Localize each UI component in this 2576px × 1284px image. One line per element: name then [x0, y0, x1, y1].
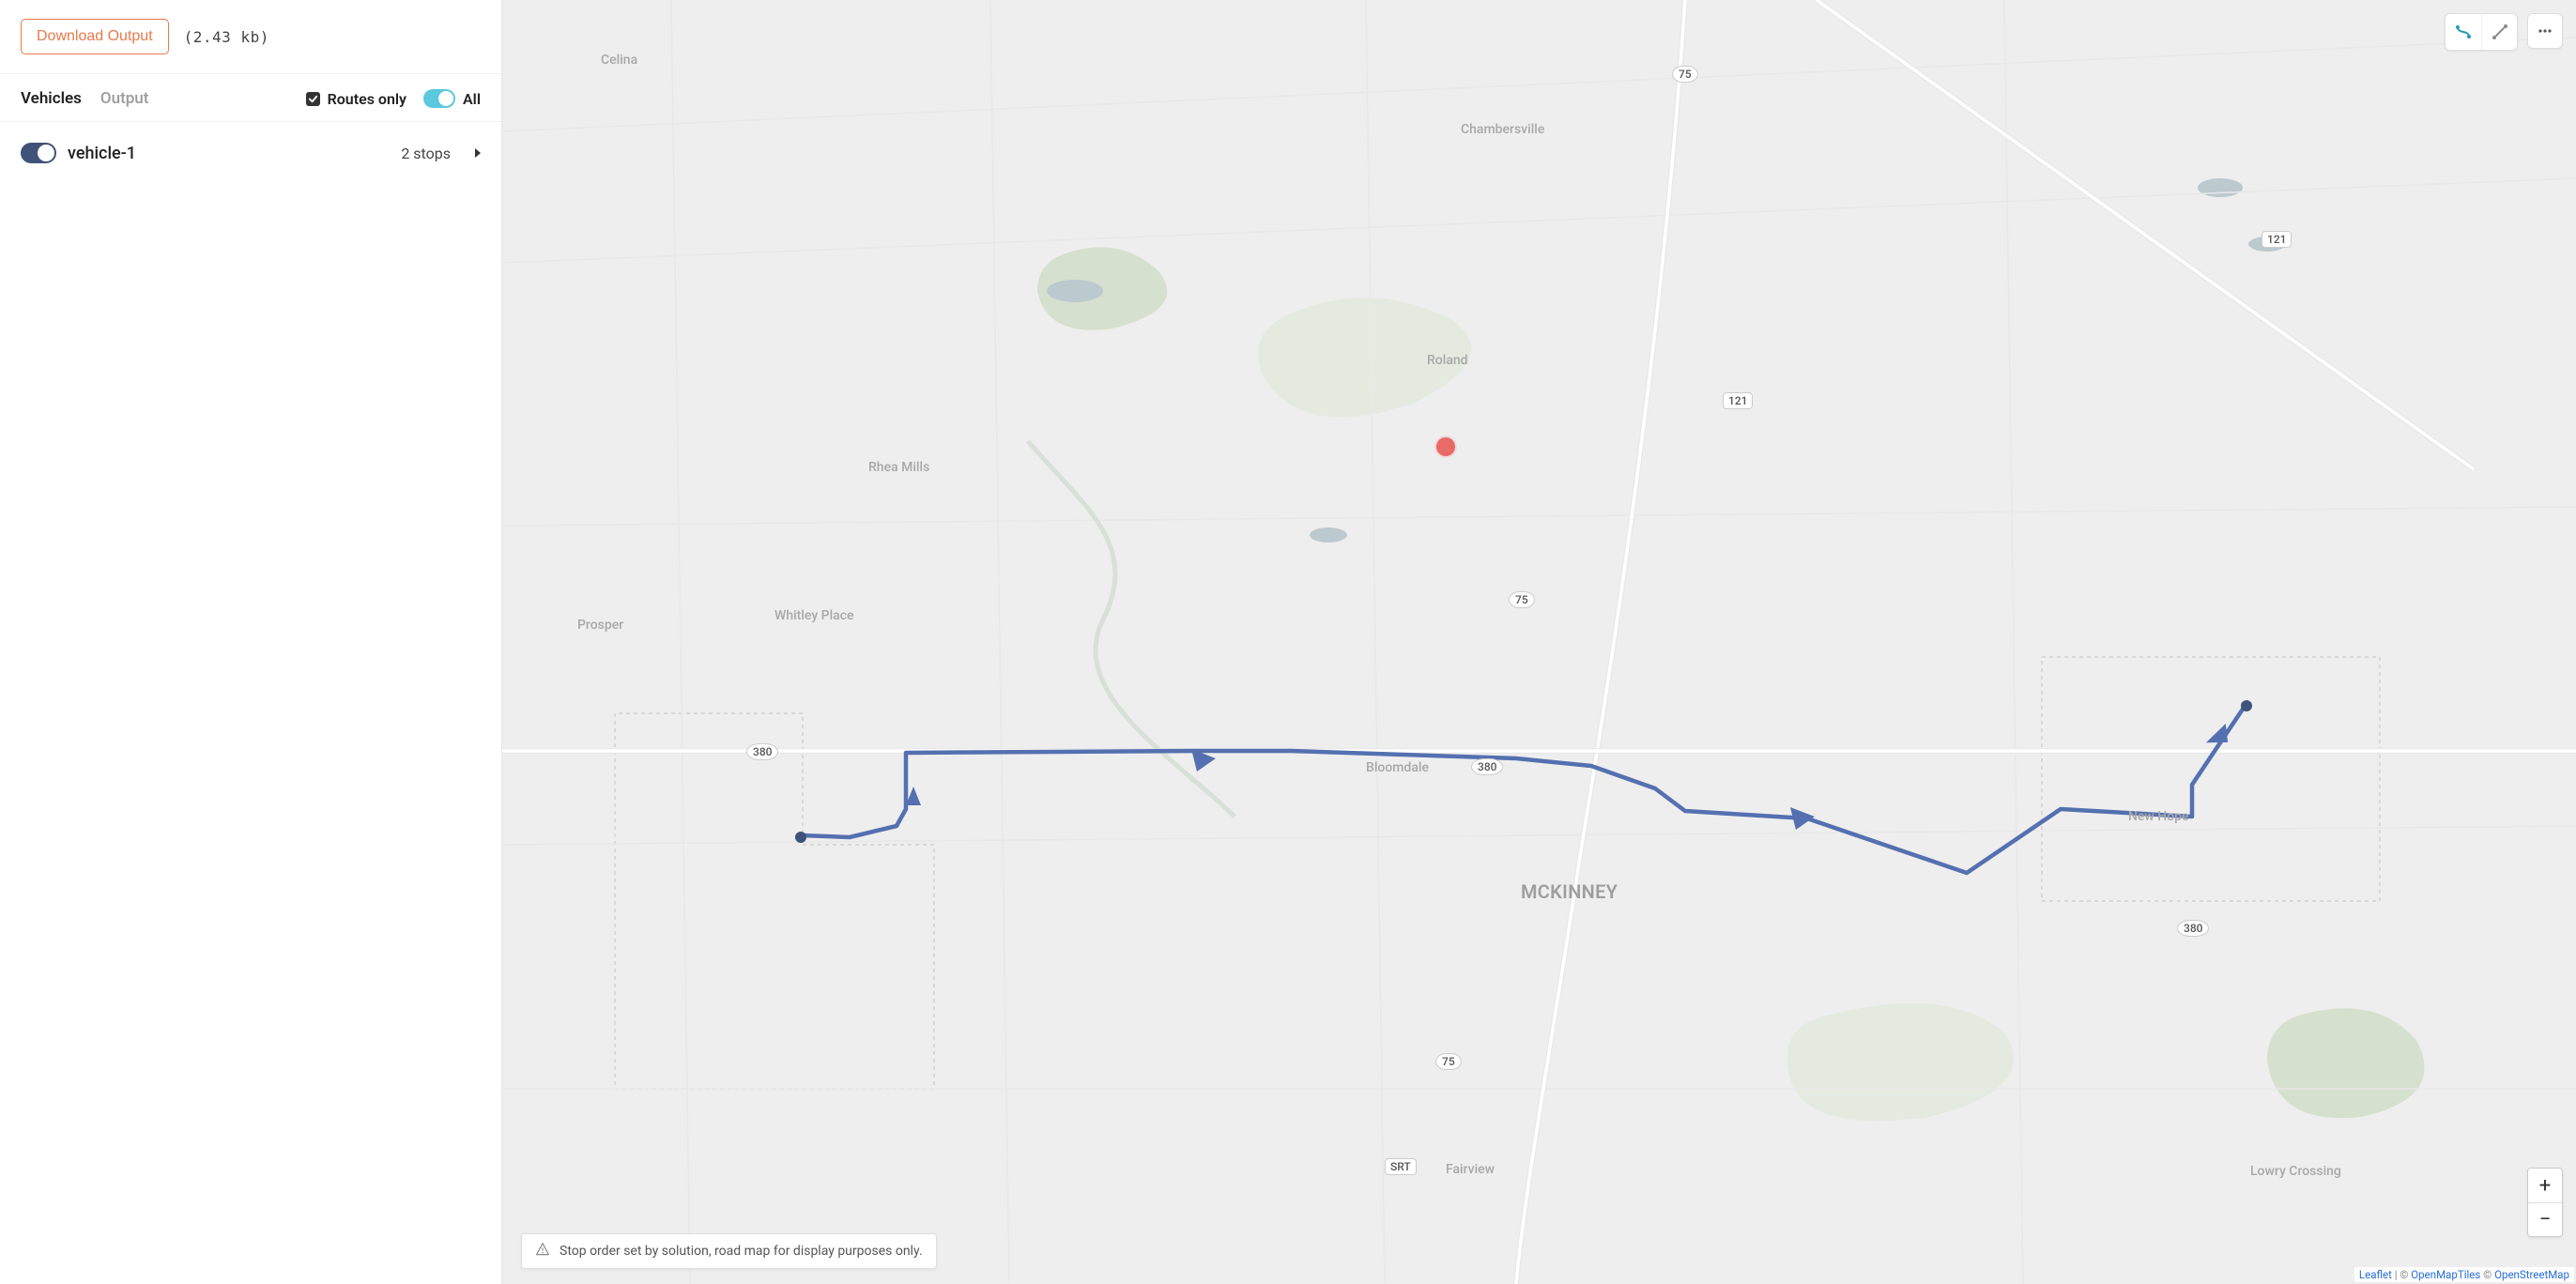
warning-icon: [535, 1242, 550, 1261]
map-label: Celina: [601, 53, 637, 68]
map-label-city: MCKINNEY: [1521, 880, 1618, 903]
vehicle-toggle[interactable]: [21, 143, 56, 163]
map-label: Roland: [1427, 353, 1468, 368]
attrib-sep: ©: [2480, 1268, 2494, 1281]
map-pane[interactable]: Celina Chambersville Roland Rhea Mills W…: [502, 0, 2576, 1284]
attrib-openmaptiles[interactable]: OpenMapTiles: [2411, 1268, 2480, 1281]
map-label: Whitley Place: [774, 608, 854, 623]
map-marker-stop[interactable]: [795, 832, 806, 843]
tab-output[interactable]: Output: [100, 89, 149, 108]
all-toggle[interactable]: [423, 89, 455, 108]
banner-text: Stop order set by solution, road map for…: [560, 1244, 923, 1259]
attrib-leaflet[interactable]: Leaflet: [2359, 1268, 2392, 1281]
info-banner: Stop order set by solution, road map for…: [521, 1233, 937, 1269]
route-shield: 75: [1435, 1053, 1462, 1070]
tabs-row: Vehicles Output Routes only All: [0, 74, 501, 122]
map-label: Prosper: [577, 618, 623, 633]
routes-only-label: Routes only: [328, 90, 406, 108]
map-label: Bloomdale: [1366, 760, 1429, 775]
zoom-control: + −: [2527, 1168, 2563, 1237]
route-shield: 75: [1509, 591, 1535, 608]
all-label: All: [463, 90, 481, 108]
routes-only-checkbox-wrap[interactable]: Routes only: [306, 90, 406, 108]
zoom-out-button[interactable]: −: [2528, 1202, 2562, 1236]
route-shield: 380: [1471, 758, 1503, 775]
download-output-button[interactable]: Download Output: [21, 19, 169, 54]
attrib-sep: | ©: [2392, 1268, 2411, 1281]
tool-more-icon[interactable]: [2527, 13, 2563, 49]
map-marker-unassigned[interactable]: [1436, 437, 1455, 456]
map-label: New Hope: [2128, 809, 2189, 824]
map-label: Chambersville: [1461, 122, 1544, 137]
app-root: Download Output (2.43 kb) Vehicles Outpu…: [0, 0, 2576, 1284]
vehicle-name: vehicle-1: [68, 144, 136, 163]
attrib-osm[interactable]: OpenStreetMap: [2494, 1268, 2569, 1281]
vehicle-list: vehicle-1 2 stops: [0, 122, 501, 184]
route-shield: SRT: [1385, 1158, 1417, 1175]
filesize-text: (2.43 kb): [184, 28, 269, 46]
map-label: Lowry Crossing: [2250, 1164, 2341, 1179]
check-icon: [306, 92, 320, 106]
map-label: Fairview: [1446, 1162, 1495, 1177]
caret-right-icon: [475, 148, 481, 158]
route-shield: 75: [1672, 66, 1698, 83]
tool-route-icon[interactable]: [2446, 14, 2481, 50]
route-shield: 121: [2262, 231, 2292, 248]
map-label: Rhea Mills: [868, 460, 929, 475]
tool-line-icon[interactable]: [2481, 14, 2517, 50]
route-shield: 380: [2177, 920, 2209, 937]
route-shield: 380: [746, 743, 778, 760]
route-shield: 121: [1723, 392, 1753, 409]
zoom-in-button[interactable]: +: [2528, 1169, 2562, 1202]
vehicle-row[interactable]: vehicle-1 2 stops: [0, 131, 501, 175]
map-canvas: [502, 0, 2576, 1284]
vehicle-stops: 2 stops: [401, 145, 451, 162]
map-tools: [2445, 13, 2563, 51]
tab-vehicles[interactable]: Vehicles: [21, 89, 82, 108]
map-attribution: Leaflet | © OpenMapTiles © OpenStreetMap: [2354, 1267, 2574, 1282]
sidebar: Download Output (2.43 kb) Vehicles Outpu…: [0, 0, 502, 1284]
map-marker-stop[interactable]: [2241, 700, 2252, 711]
topbar: Download Output (2.43 kb): [0, 0, 501, 74]
